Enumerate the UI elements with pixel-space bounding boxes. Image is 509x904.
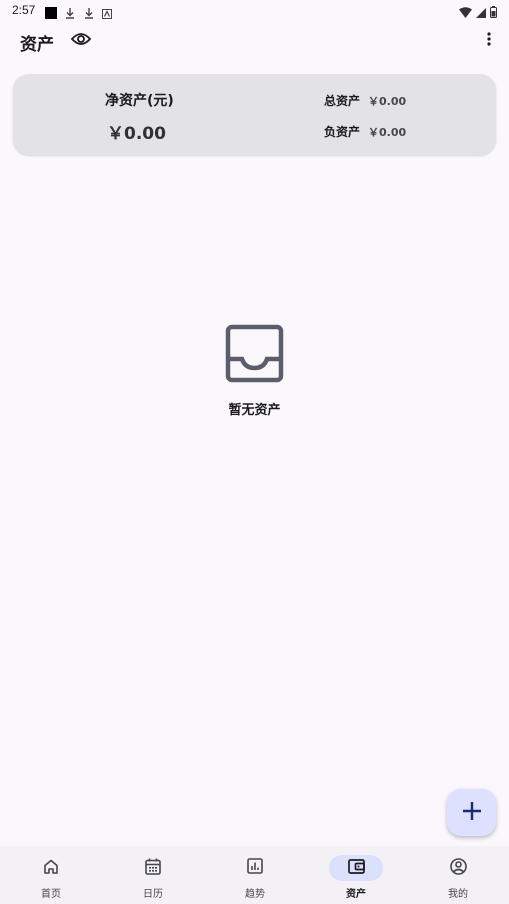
status-bar: 2:57	[0, 0, 509, 22]
chart-icon	[247, 858, 263, 878]
nav-icon-container	[126, 855, 180, 881]
page-title: 资产	[20, 35, 54, 55]
nav-item-home[interactable]: 首页	[0, 846, 102, 904]
more-options-button[interactable]	[481, 29, 497, 51]
eye-icon	[70, 31, 92, 50]
nav-icon-container	[228, 855, 282, 881]
empty-state-text: 暂无资产	[228, 403, 281, 418]
home-icon	[43, 859, 59, 878]
total-assets-label: 总资产	[324, 94, 361, 108]
asset-summary-card: 净资产(元) ￥0.00 总资产 ￥0.00 负资产 ￥0.00	[13, 74, 496, 155]
signal-icon	[476, 3, 486, 22]
nav-icon-container	[329, 855, 383, 881]
nav-item-profile[interactable]: 我的	[407, 846, 509, 904]
nav-label-calendar: 日历	[143, 889, 163, 900]
inbox-icon	[225, 324, 284, 383]
nav-icon-container	[431, 855, 485, 881]
nav-icon-container	[24, 855, 78, 881]
nav-label-assets: 资产	[346, 889, 366, 900]
total-assets-value: ￥0.00	[368, 95, 407, 108]
wifi-icon	[459, 3, 472, 22]
nav-item-calendar[interactable]: 日历	[102, 846, 204, 904]
nav-label-profile: 我的	[448, 889, 468, 900]
liabilities-row: 负资产 ￥0.00	[324, 123, 406, 140]
status-time: 2:57	[12, 3, 36, 17]
square-notification-icon	[45, 4, 57, 19]
nav-label-trends: 趋势	[245, 889, 265, 900]
status-right-icons	[459, 3, 497, 22]
liabilities-value: ￥0.00	[368, 126, 407, 139]
nav-item-trends[interactable]: 趋势	[204, 846, 306, 904]
plus-icon	[462, 801, 482, 825]
download-icon	[83, 4, 95, 19]
battery-icon	[490, 3, 497, 22]
top-app-bar: 资产	[0, 26, 509, 56]
add-asset-button[interactable]	[447, 789, 496, 836]
nav-label-home: 首页	[41, 889, 61, 900]
nav-item-assets[interactable]: 资产	[305, 846, 407, 904]
wallet-icon	[347, 858, 365, 878]
download-icon	[64, 4, 76, 19]
liabilities-label: 负资产	[324, 125, 361, 139]
visibility-toggle-button[interactable]	[70, 29, 92, 51]
calendar-icon	[145, 858, 161, 879]
bottom-navigation: 首页 日历 趋势 资产 我的	[0, 846, 509, 904]
total-assets-row: 总资产 ￥0.00	[324, 92, 406, 109]
more-vert-icon	[487, 31, 491, 50]
account-icon	[449, 857, 467, 879]
net-assets-label: 净资产(元)	[105, 93, 174, 109]
app-notification-icon	[102, 4, 114, 19]
net-assets-value: ￥0.00	[107, 124, 166, 144]
